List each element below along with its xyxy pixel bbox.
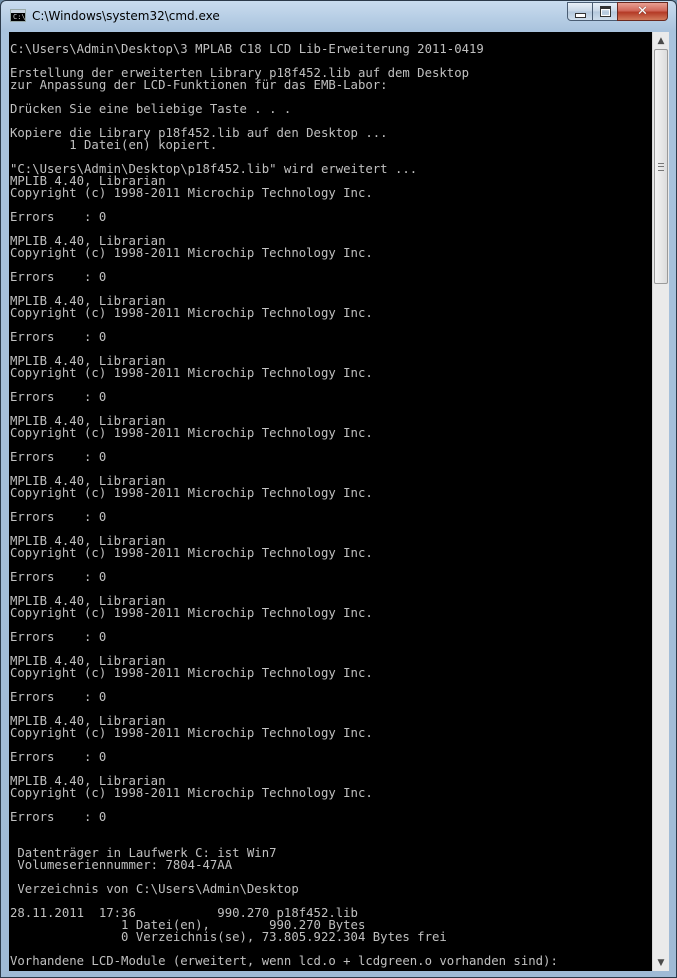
- minimize-button[interactable]: [567, 2, 593, 21]
- close-button[interactable]: ✕: [617, 2, 668, 21]
- console-line: Copyright (c) 1998-2011 Microchip Techno…: [10, 366, 373, 380]
- console-app-icon[interactable]: C:\: [10, 9, 26, 22]
- close-icon: ✕: [637, 4, 648, 19]
- grip-icon: [658, 163, 664, 171]
- console-line: Errors : 0: [10, 750, 107, 764]
- scrollbar-thumb[interactable]: [654, 49, 668, 284]
- maximize-button[interactable]: [592, 2, 618, 21]
- cmd-window: C:\ C:\Windows\system32\cmd.exe ✕ C:\Use…: [0, 0, 677, 978]
- console-line: Copyright (c) 1998-2011 Microchip Techno…: [10, 426, 373, 440]
- console-line: Errors : 0: [10, 570, 107, 584]
- console-line: Errors : 0: [10, 690, 107, 704]
- title-bar[interactable]: C:\ C:\Windows\system32\cmd.exe ✕: [1, 1, 676, 31]
- vertical-scrollbar[interactable]: ▲ ▼: [652, 32, 669, 971]
- console-line: Copyright (c) 1998-2011 Microchip Techno…: [10, 666, 373, 680]
- maximize-icon: [599, 6, 611, 17]
- console-line: Copyright (c) 1998-2011 Microchip Techno…: [10, 246, 373, 260]
- console-line: Copyright (c) 1998-2011 Microchip Techno…: [10, 606, 373, 620]
- console-line: Copyright (c) 1998-2011 Microchip Techno…: [10, 786, 373, 800]
- console-line: Volumeseriennummer: 7804-47AA: [10, 858, 233, 872]
- console-line: Errors : 0: [10, 510, 107, 524]
- console-line: Errors : 0: [10, 390, 107, 404]
- console-line: Verzeichnis von C:\Users\Admin\Desktop: [10, 882, 299, 896]
- console-line: Errors : 0: [10, 330, 107, 344]
- console-line: 1 Datei(en) kopiert.: [10, 138, 218, 152]
- app-icon-label: C:\: [13, 13, 26, 21]
- chevron-down-icon: ▼: [657, 957, 665, 968]
- console-line: Copyright (c) 1998-2011 Microchip Techno…: [10, 546, 373, 560]
- console-line: Copyright (c) 1998-2011 Microchip Techno…: [10, 486, 373, 500]
- console-line: Errors : 0: [10, 210, 107, 224]
- console-line: zur Anpassung der LCD-Funktionen für das…: [10, 78, 388, 92]
- scroll-up-button[interactable]: ▲: [653, 32, 669, 49]
- console-line: Errors : 0: [10, 810, 107, 824]
- console-line: Drücken Sie eine beliebige Taste . . .: [10, 102, 292, 116]
- console-line: Errors : 0: [10, 630, 107, 644]
- scroll-down-button[interactable]: ▼: [653, 954, 669, 971]
- window-title: C:\Windows\system32\cmd.exe: [32, 9, 220, 23]
- console-line: C:\Users\Admin\Desktop\3 MPLAB C18 LCD L…: [10, 42, 484, 56]
- console-text: C:\Users\Admin\Desktop\3 MPLAB C18 LCD L…: [10, 43, 558, 967]
- console-line: Copyright (c) 1998-2011 Microchip Techno…: [10, 186, 373, 200]
- console-line: Errors : 0: [10, 450, 107, 464]
- minimize-icon: [574, 12, 586, 18]
- console-line: Copyright (c) 1998-2011 Microchip Techno…: [10, 306, 373, 320]
- console-output-area[interactable]: C:\Users\Admin\Desktop\3 MPLAB C18 LCD L…: [9, 32, 652, 971]
- console-line: 0 Verzeichnis(se), 73.805.922.304 Bytes …: [10, 930, 447, 944]
- chevron-up-icon: ▲: [657, 35, 665, 46]
- console-line: Errors : 0: [10, 270, 107, 284]
- console-line: Copyright (c) 1998-2011 Microchip Techno…: [10, 726, 373, 740]
- console-line: Vorhandene LCD-Module (erweitert, wenn l…: [10, 954, 558, 968]
